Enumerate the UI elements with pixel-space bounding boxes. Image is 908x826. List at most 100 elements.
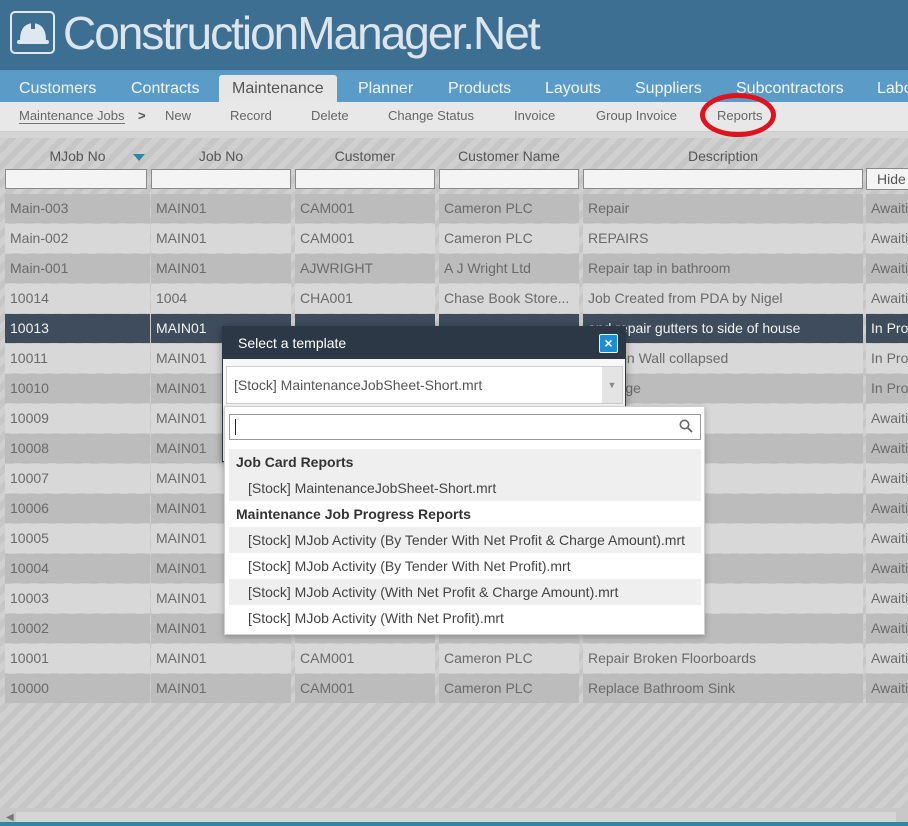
cell-job-no: MAIN01 [151,224,291,253]
tab-customers[interactable]: Customers [19,75,96,102]
cell-mjob-no: Main-001 [5,254,150,283]
cell-mjob-no: Main-003 [5,194,150,223]
delete-button[interactable]: Delete [311,102,349,132]
sort-descending-icon[interactable] [133,154,145,161]
cell-mjob-no: 10003 [5,584,150,613]
invoice-button[interactable]: Invoice [514,102,555,132]
table-row[interactable]: 10014 1004 CHA001 Chase Book Store... Job Cr… [0,284,908,313]
cell-mjob-no: 10002 [5,614,150,643]
cell-description: REPAIRS [583,224,863,253]
annotation-circle [700,93,776,137]
filter-customer-name[interactable] [439,169,579,189]
cell-mjob-no: 10011 [5,344,150,373]
record-button[interactable]: Record [230,102,272,132]
template-select[interactable]: [Stock] MaintenanceJobSheet-Short.mrt ▼ [226,366,623,404]
cell-mjob-no: 10006 [5,494,150,523]
cell-mjob-no: 10008 [5,434,150,463]
table-row[interactable]: 10001 MAIN01 CAM001 Cameron PLC Repair Broke… [0,644,908,673]
filter-description[interactable] [583,169,863,189]
tab-suppliers[interactable]: Suppliers [635,75,702,102]
cell-job-no: MAIN01 [151,674,291,703]
cell-mjob-no: 10009 [5,404,150,433]
cell-status: Awaiti [866,404,908,433]
column-header-mjob-no[interactable]: MJob No [5,148,150,168]
cell-description: Job Created from PDA by Nigel [583,284,863,313]
template-search-input[interactable] [229,414,701,440]
cell-customer-name: Cameron PLC [439,194,579,223]
column-header-description[interactable]: Description [583,148,863,168]
cell-mjob-no: 10007 [5,464,150,493]
cell-job-no: 1004 [151,284,291,313]
close-icon[interactable]: × [599,334,618,353]
tab-planner[interactable]: Planner [358,75,413,102]
template-select-value: [Stock] MaintenanceJobSheet-Short.mrt [234,377,483,393]
cell-description: Repair tap in bathroom [583,254,863,283]
table-row[interactable]: 10000 MAIN01 CAM001 Cameron PLC Replace Bath… [0,674,908,703]
column-header-customer[interactable]: Customer [295,148,435,168]
cell-status: Awaiti [866,614,908,643]
bottom-accent-bar [0,822,908,826]
cell-customer: CHA001 [295,284,435,313]
cell-status: Awaiti [866,584,908,613]
template-option[interactable]: [Stock] MJob Activity (By Tender With Ne… [229,527,701,553]
cell-status: Awaiti [866,194,908,223]
cell-status: In Pro [866,344,908,373]
cell-customer-name: Cameron PLC [439,644,579,673]
dialog-title: Select a template [223,327,625,359]
cell-job-no: MAIN01 [151,644,291,673]
filter-customer[interactable] [295,169,435,189]
column-header-job-no[interactable]: Job No [151,148,291,168]
cell-status: Awaiti [866,224,908,253]
main-nav: Customers Contracts Maintenance Planner … [0,70,908,102]
cell-status: Awaiti [866,494,908,523]
cell-customer-name: Cameron PLC [439,224,579,253]
template-option[interactable]: [Stock] MJob Activity (By Tender With Ne… [229,553,701,579]
cell-status: In Pro [866,374,908,403]
scrollbar-track[interactable] [16,812,896,822]
template-dropdown: Job Card Reports [Stock] MaintenanceJobS… [224,406,705,635]
cell-status: Awaiti [866,524,908,553]
group-job-card-reports: Job Card Reports [229,449,701,475]
table-row[interactable]: Main-002 MAIN01 CAM001 Cameron PLC REPAIRS Aw… [0,224,908,253]
breadcrumb-separator: > [138,108,146,123]
change-status-button[interactable]: Change Status [388,102,474,132]
cell-mjob-no: 10010 [5,374,150,403]
breadcrumb-maintenance-jobs[interactable]: Maintenance Jobs [19,109,125,124]
template-option[interactable]: [Stock] MJob Activity (With Net Profit &… [229,579,701,605]
tab-contracts[interactable]: Contracts [131,75,199,102]
cell-customer: CAM001 [295,674,435,703]
tab-labour[interactable]: Labo [877,75,908,102]
new-button[interactable]: New [165,102,191,132]
template-option[interactable]: [Stock] MaintenanceJobSheet-Short.mrt [229,475,701,501]
cell-job-no: MAIN01 [151,254,291,283]
chevron-down-icon[interactable]: ▼ [602,367,622,403]
cell-mjob-no: 10004 [5,554,150,583]
group-maintenance-job-progress-reports: Maintenance Job Progress Reports [229,501,701,527]
cell-customer: CAM001 [295,644,435,673]
cell-status: Awaiti [866,254,908,283]
hide-button[interactable]: Hide [866,168,908,190]
tab-layouts[interactable]: Layouts [545,75,601,102]
cell-customer: CAM001 [295,194,435,223]
cell-customer: AJWRIGHT [295,254,435,283]
cell-customer-name: Cameron PLC [439,674,579,703]
cell-mjob-no: 10001 [5,644,150,673]
group-invoice-button[interactable]: Group Invoice [596,102,677,132]
tab-maintenance[interactable]: Maintenance [219,75,337,102]
filter-mjob-no[interactable] [5,169,147,189]
column-header-customer-name[interactable]: Customer Name [439,148,579,168]
filter-job-no[interactable] [151,169,291,189]
template-option[interactable]: [Stock] MJob Activity (With Net Profit).… [229,605,701,631]
cell-mjob-no: 10014 [5,284,150,313]
cell-mjob-no: 10005 [5,524,150,553]
cell-mjob-no: 10013 [5,314,150,343]
cell-description: Repair Broken Floorboards [583,644,863,673]
cell-mjob-no: 10000 [5,674,150,703]
cell-customer-name: Chase Book Store... [439,284,579,313]
cell-status: Awaiti [866,434,908,463]
app-title: ConstructionManager.Net [63,7,541,59]
cell-status: In Pro [866,314,908,343]
table-row[interactable]: Main-001 MAIN01 AJWRIGHT A J Wright Ltd Repa… [0,254,908,283]
tab-products[interactable]: Products [448,75,511,102]
table-row[interactable]: Main-003 MAIN01 CAM001 Cameron PLC Repair Awa… [0,194,908,223]
